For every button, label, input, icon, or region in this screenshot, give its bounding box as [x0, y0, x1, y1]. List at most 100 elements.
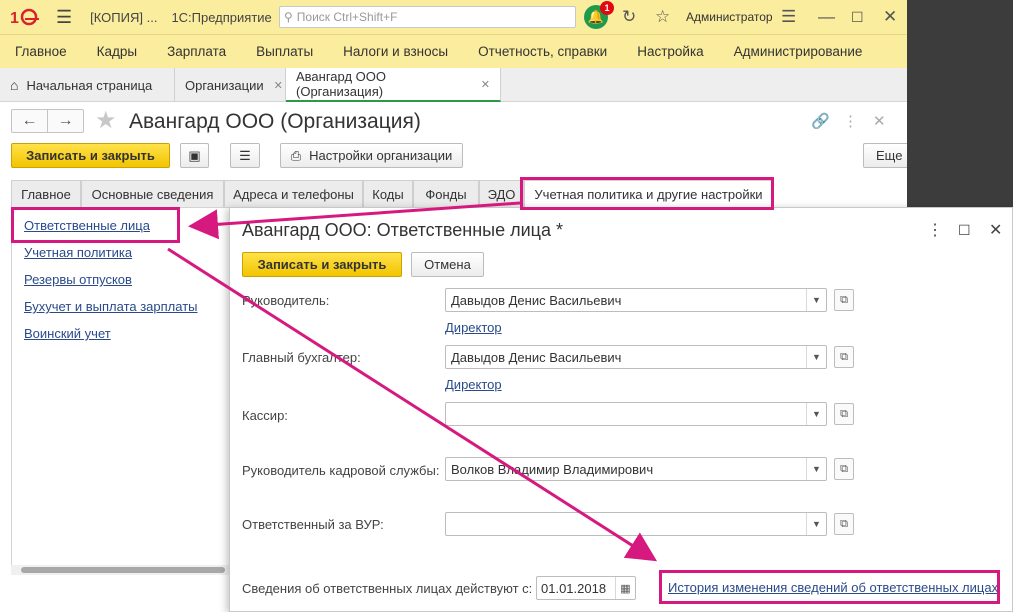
close-form-icon[interactable]: ✕: [873, 112, 886, 130]
highlight-box-responsible-persons: [11, 207, 180, 243]
highlight-box-policy-tab: [520, 177, 774, 210]
open-item-icon[interactable]: ⧉: [834, 513, 854, 535]
tab-label: Организации: [185, 77, 264, 93]
field-label-director: Руководитель:: [242, 293, 330, 308]
effective-date-value: 01.01.2018: [541, 580, 607, 596]
tab-label: Начальная страница: [26, 77, 153, 93]
more-button[interactable]: Еще: [863, 143, 913, 168]
menu-item-main[interactable]: Главное: [15, 44, 67, 59]
tab-home[interactable]: ⌂ Начальная страница: [0, 68, 175, 102]
menu-item-salary[interactable]: Зарплата: [167, 44, 226, 59]
open-windows-bar: ⌂ Начальная страница Организации ✕ Аванг…: [0, 68, 907, 102]
search-placeholder: Поиск Ctrl+Shift+F: [296, 10, 398, 24]
chief-accountant-position-link[interactable]: Директор: [445, 377, 502, 392]
menu-item-reports[interactable]: Отчетность, справки: [478, 44, 607, 59]
field-label-hr-head: Руководитель кадровой службы:: [242, 463, 440, 478]
effective-date-field[interactable]: 01.01.2018 ▦: [536, 576, 636, 600]
tab-addresses[interactable]: Адреса и телефоны: [224, 180, 363, 207]
nav-link-military-records[interactable]: Воинский учет: [24, 326, 111, 341]
history-icon[interactable]: ↻: [622, 7, 636, 27]
save-disk-icon[interactable]: ▣: [180, 143, 209, 168]
director-field[interactable]: Давыдов Денис Васильевич ▼: [445, 288, 827, 312]
military-responsible-field[interactable]: ▼: [445, 512, 827, 536]
dialog-title: Авангард ООО: Ответственные лица *: [242, 220, 563, 240]
svg-text:1: 1: [10, 10, 19, 27]
form-title: Авангард ООО (Организация): [129, 110, 421, 133]
horizontal-scrollbar[interactable]: [11, 565, 229, 575]
dialog-save-close-button[interactable]: Записать и закрыть: [242, 252, 402, 277]
dropdown-icon[interactable]: ▼: [806, 403, 826, 425]
open-item-icon[interactable]: ⧉: [834, 346, 854, 368]
director-position-link[interactable]: Директор: [445, 320, 502, 335]
tab-organizations[interactable]: Организации ✕: [175, 68, 286, 102]
main-menu-icon[interactable]: ☰: [56, 7, 72, 28]
tab-funds[interactable]: Фонды: [413, 180, 479, 207]
nav-buttons: ← →: [11, 109, 84, 133]
nav-link-accounting-policy[interactable]: Учетная политика: [24, 245, 132, 260]
menu-item-staff[interactable]: Кадры: [97, 44, 137, 59]
left-navigation: Ответственные лица Учетная политика Резе…: [11, 207, 229, 567]
org-settings-label: Настройки организации: [309, 148, 453, 163]
forward-arrow-icon[interactable]: →: [48, 110, 83, 132]
field-label-military-responsible: Ответственный за ВУР:: [242, 517, 384, 532]
menu-item-administration[interactable]: Администрирование: [734, 44, 863, 59]
tab-edo[interactable]: ЭДО: [479, 180, 524, 207]
open-item-icon[interactable]: ⧉: [834, 403, 854, 425]
dropdown-icon[interactable]: ▼: [806, 289, 826, 311]
dialog-cancel-button[interactable]: Отмена: [411, 252, 484, 277]
maximize-icon[interactable]: ☐: [958, 222, 971, 239]
more-options-icon[interactable]: ⋮: [843, 112, 858, 130]
dropdown-icon[interactable]: ▼: [806, 458, 826, 480]
chief-accountant-value: Давыдов Денис Васильевич: [451, 349, 622, 365]
chief-accountant-field[interactable]: Давыдов Денис Васильевич ▼: [445, 345, 827, 369]
menu-item-taxes[interactable]: Налоги и взносы: [343, 44, 448, 59]
open-item-icon[interactable]: ⧉: [834, 289, 854, 311]
link-icon[interactable]: 🔗: [811, 112, 830, 130]
more-options-icon[interactable]: ⋮: [927, 220, 943, 240]
current-user[interactable]: Администратор: [686, 10, 773, 24]
field-label-chief-accountant: Главный бухгалтер:: [242, 350, 361, 365]
hr-head-value: Волков Владимир Владимирович: [451, 461, 654, 477]
tab-main[interactable]: Главное: [11, 180, 81, 207]
favorites-star-icon[interactable]: ☆: [655, 7, 670, 27]
search-icon: ⚲: [284, 10, 293, 24]
close-window-icon[interactable]: ✕: [883, 7, 897, 27]
close-icon[interactable]: ✕: [274, 79, 283, 92]
settings-menu-icon[interactable]: ☰: [781, 7, 796, 27]
menu-item-settings[interactable]: Настройка: [637, 44, 703, 59]
back-arrow-icon[interactable]: ←: [12, 110, 48, 132]
minimize-icon[interactable]: —: [818, 7, 835, 27]
calendar-icon[interactable]: ▦: [615, 577, 635, 599]
notifications-bell-icon[interactable]: 🔔 1: [584, 1, 614, 29]
tab-codes[interactable]: Коды: [363, 180, 413, 207]
notifications-badge: 1: [600, 1, 614, 15]
dropdown-icon[interactable]: ▼: [806, 513, 826, 535]
director-value: Давыдов Денис Васильевич: [451, 292, 622, 308]
scrollbar-thumb[interactable]: [21, 567, 225, 573]
maximize-icon[interactable]: ☐: [851, 9, 864, 26]
field-label-cashier: Кассир:: [242, 408, 288, 423]
tab-label: Авангард ООО (Организация): [296, 69, 386, 99]
close-icon[interactable]: ✕: [989, 220, 1002, 240]
sections-menu: Главное Кадры Зарплата Выплаты Налоги и …: [0, 34, 907, 68]
dropdown-icon[interactable]: ▼: [806, 346, 826, 368]
title-bar: 1 ☰ [КОПИЯ] ... 1С:Предприятие ⚲ Поиск C…: [0, 0, 907, 34]
hr-head-field[interactable]: Волков Владимир Владимирович ▼: [445, 457, 827, 481]
tab-basic-info[interactable]: Основные сведения: [81, 180, 224, 207]
org-settings-button[interactable]: ⎙ Настройки организации: [280, 143, 463, 168]
favorite-star-icon[interactable]: ★: [95, 106, 117, 135]
save-close-button[interactable]: Записать и закрыть: [11, 143, 170, 168]
cashier-field[interactable]: ▼: [445, 402, 827, 426]
window-title: [КОПИЯ] ...: [90, 9, 158, 25]
highlight-box-history-link: [659, 570, 1000, 604]
nav-link-vacation-reserves[interactable]: Резервы отпусков: [24, 272, 132, 287]
close-icon[interactable]: ✕: [481, 78, 490, 91]
responsible-persons-dialog: Авангард ООО: Ответственные лица * ⋮ ☐ ✕…: [229, 207, 1013, 612]
tab-organization-form[interactable]: Авангард ООО (Организация) ✕: [286, 68, 501, 102]
search-input[interactable]: ⚲ Поиск Ctrl+Shift+F: [279, 6, 576, 28]
nav-link-payroll-accounting[interactable]: Бухучет и выплата зарплаты: [24, 299, 198, 314]
open-item-icon[interactable]: ⧉: [834, 458, 854, 480]
home-icon: ⌂: [10, 77, 19, 93]
menu-item-payments[interactable]: Выплаты: [256, 44, 313, 59]
document-list-icon[interactable]: ☰: [230, 143, 260, 168]
